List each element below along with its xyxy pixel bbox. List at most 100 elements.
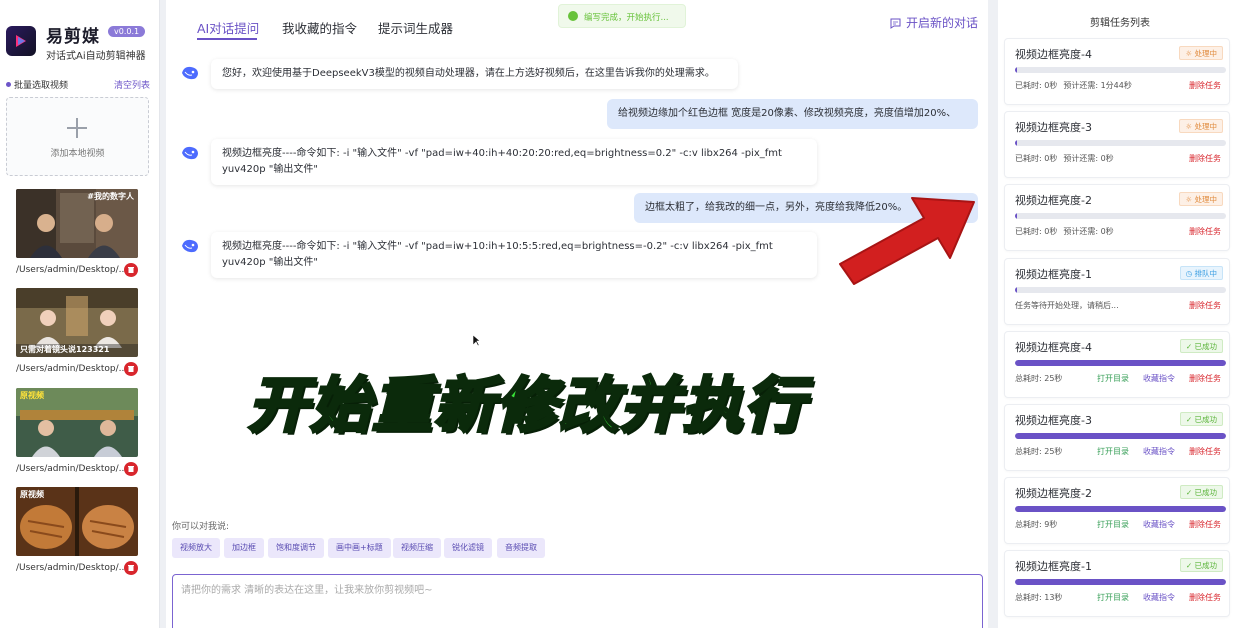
task-elapsed: 总耗时: 25秒: [1015, 374, 1063, 383]
save-command-link[interactable]: 收藏指令: [1143, 373, 1175, 384]
delete-task-link[interactable]: 删除任务: [1189, 300, 1221, 311]
delete-video-button[interactable]: [124, 362, 138, 376]
task-card: 视频边框亮度-1 ◷ 排队中 任务等待开始处理，请稍后... 删除任务: [1004, 258, 1230, 325]
tab-saved-commands[interactable]: 我收藏的指令: [282, 18, 357, 37]
delete-task-link[interactable]: 删除任务: [1189, 592, 1221, 603]
task-footer: 总耗时: 9秒 打开目录 收藏指令 删除任务: [1015, 519, 1227, 530]
new-chat-button[interactable]: 开启新的对话: [890, 14, 978, 31]
task-progress-bar: [1015, 287, 1226, 293]
delete-task-link[interactable]: 删除任务: [1189, 519, 1221, 530]
suggestion-chip[interactable]: 视频放大: [172, 538, 220, 558]
bot-message: 视频边框亮度----命令如下: -i "输入文件" -vf "pad=iw+40…: [211, 139, 817, 185]
task-progress-fill: [1015, 140, 1018, 146]
task-progress-bar: [1015, 213, 1226, 219]
thumbnail-caption: 原视频: [20, 391, 44, 400]
task-name: 视频边框亮度-3: [1015, 414, 1092, 427]
delete-video-button[interactable]: [124, 263, 138, 277]
task-elapsed: 总耗时: 25秒: [1015, 447, 1063, 456]
bullet-dot: [6, 82, 11, 87]
add-local-video-button[interactable]: 添加本地视频: [6, 97, 149, 176]
check-icon: ✓: [1185, 415, 1195, 424]
chat-bubble-icon: [890, 18, 901, 29]
task-progress-fill: [1015, 213, 1018, 219]
task-card: 视频边框亮度-3 ☼ 处理中已耗时: 0秒 预计还需: 0秒 删除任务: [1004, 111, 1230, 178]
task-name: 视频边框亮度-4: [1015, 341, 1092, 354]
check-circle-icon: [568, 11, 578, 21]
open-folder-link[interactable]: 打开目录: [1097, 519, 1129, 530]
video-thumbnail[interactable]: #我的数字人: [16, 189, 138, 258]
check-icon: ✓: [1185, 342, 1195, 351]
task-status-text: 排队中: [1194, 269, 1218, 278]
check-icon: ✓: [1185, 561, 1195, 570]
save-command-link[interactable]: 收藏指令: [1143, 592, 1175, 603]
task-elapsed: 已耗时: 0秒: [1015, 154, 1058, 163]
chat-panel: AI对话提问 我收藏的指令 提示词生成器 开启新的对话 编写完成，开始执行...…: [166, 0, 988, 628]
bot-avatar-icon: [182, 239, 198, 253]
mouse-cursor-icon: [473, 335, 481, 347]
open-folder-link[interactable]: 打开目录: [1097, 592, 1129, 603]
thumbnail-caption: #我的数字人: [87, 192, 134, 201]
task-footer: 已耗时: 0秒 预计还需: 0秒 删除任务: [1015, 153, 1227, 164]
video-thumbnail[interactable]: 原视频: [16, 487, 138, 556]
delete-video-button[interactable]: [124, 561, 138, 575]
bot-message: 视频边框亮度----命令如下: -i "输入文件" -vf "pad=iw+10…: [211, 232, 817, 278]
video-path: /Users/admin/Desktop/...: [16, 464, 128, 474]
delete-task-link[interactable]: 删除任务: [1189, 446, 1221, 457]
task-progress-bar: [1015, 506, 1226, 512]
spinner-icon: ☼: [1185, 122, 1195, 131]
video-path: /Users/admin/Desktop/...: [16, 563, 128, 573]
task-status-text: 处理中: [1194, 195, 1218, 204]
tab-prompt-generator[interactable]: 提示词生成器: [378, 18, 453, 37]
task-name: 视频边框亮度-1: [1015, 268, 1092, 281]
delete-task-link[interactable]: 删除任务: [1189, 373, 1221, 384]
video-sidebar: 易剪媒 v0.0.1 对话式Ai自动剪辑神器 批量选取视频 清空列表 添加本地视…: [0, 0, 160, 628]
delete-task-link[interactable]: 删除任务: [1189, 80, 1221, 91]
task-elapsed: 任务等待开始处理，请稍后...: [1015, 301, 1119, 310]
task-name: 视频边框亮度-2: [1015, 487, 1092, 500]
task-footer: 已耗时: 0秒 预计还需: 1分44秒 删除任务: [1015, 80, 1227, 91]
suggestion-chip[interactable]: 锐化滤镜: [444, 538, 492, 558]
task-elapsed: 总耗时: 13秒: [1015, 593, 1063, 602]
video-thumbnail[interactable]: 原视频: [16, 388, 138, 457]
batch-select-row: 批量选取视频 清空列表: [6, 78, 150, 92]
task-card: 视频边框亮度-1 ✓ 已成功 总耗时: 13秒 打开目录 收藏指令 删除任务: [1004, 550, 1230, 617]
task-progress-fill: [1015, 360, 1226, 366]
task-status-text: 已成功: [1194, 561, 1218, 570]
add-local-video-label: 添加本地视频: [50, 149, 105, 159]
task-status-badge: ✓ 已成功: [1179, 339, 1223, 353]
task-card: 视频边框亮度-3 ✓ 已成功总耗时: 25秒 打开目录 收藏指令 删除任务: [1004, 404, 1230, 471]
task-progress-fill: [1015, 506, 1226, 512]
video-thumbnail[interactable]: 只需对着镜头说123321: [16, 288, 138, 357]
task-name: 视频边框亮度-4: [1015, 48, 1092, 61]
save-command-link[interactable]: 收藏指令: [1143, 446, 1175, 457]
open-folder-link[interactable]: 打开目录: [1097, 446, 1129, 457]
suggestion-chip[interactable]: 画中画+标题: [328, 538, 391, 558]
batch-select-label[interactable]: 批量选取视频: [14, 78, 68, 91]
tab-ai-chat[interactable]: AI对话提问: [197, 18, 259, 37]
bot-avatar-icon: [182, 66, 198, 80]
task-progress-fill: [1015, 287, 1018, 293]
suggestion-chip[interactable]: 饱和度调节: [268, 538, 324, 558]
delete-task-link[interactable]: 删除任务: [1189, 226, 1221, 237]
task-footer: 总耗时: 25秒 打开目录 收藏指令 删除任务: [1015, 373, 1227, 384]
task-status-text: 已成功: [1194, 415, 1218, 424]
delete-video-button[interactable]: [124, 462, 138, 476]
clear-list-link[interactable]: 清空列表: [114, 78, 150, 91]
suggestion-chip[interactable]: 音频提取: [497, 538, 545, 558]
task-elapsed: 已耗时: 0秒: [1015, 227, 1058, 236]
request-input[interactable]: [172, 574, 983, 628]
task-status-text: 处理中: [1194, 122, 1218, 131]
suggestion-chip[interactable]: 加边框: [224, 538, 264, 558]
task-card: 视频边框亮度-2 ✓ 已成功 总耗时: 9秒 打开目录 收藏指令 删除任务: [1004, 477, 1230, 544]
task-panel: 剪辑任务列表 视频边框亮度-4 ☼ 处理中 已耗时: 0秒 预计还需: 1分44秒 删除…: [998, 0, 1242, 628]
suggestion-chip[interactable]: 视频压缩: [393, 538, 441, 558]
task-status-text: 已成功: [1194, 342, 1218, 351]
task-name: 视频边框亮度-3: [1015, 121, 1092, 134]
save-command-link[interactable]: 收藏指令: [1143, 519, 1175, 530]
task-footer: 总耗时: 25秒 打开目录 收藏指令 删除任务: [1015, 446, 1227, 457]
app-logo: [6, 26, 36, 56]
task-footer: 已耗时: 0秒 预计还需: 0秒 删除任务: [1015, 226, 1227, 237]
delete-task-link[interactable]: 删除任务: [1189, 153, 1221, 164]
open-folder-link[interactable]: 打开目录: [1097, 373, 1129, 384]
task-footer: 总耗时: 13秒 打开目录 收藏指令 删除任务: [1015, 592, 1227, 603]
